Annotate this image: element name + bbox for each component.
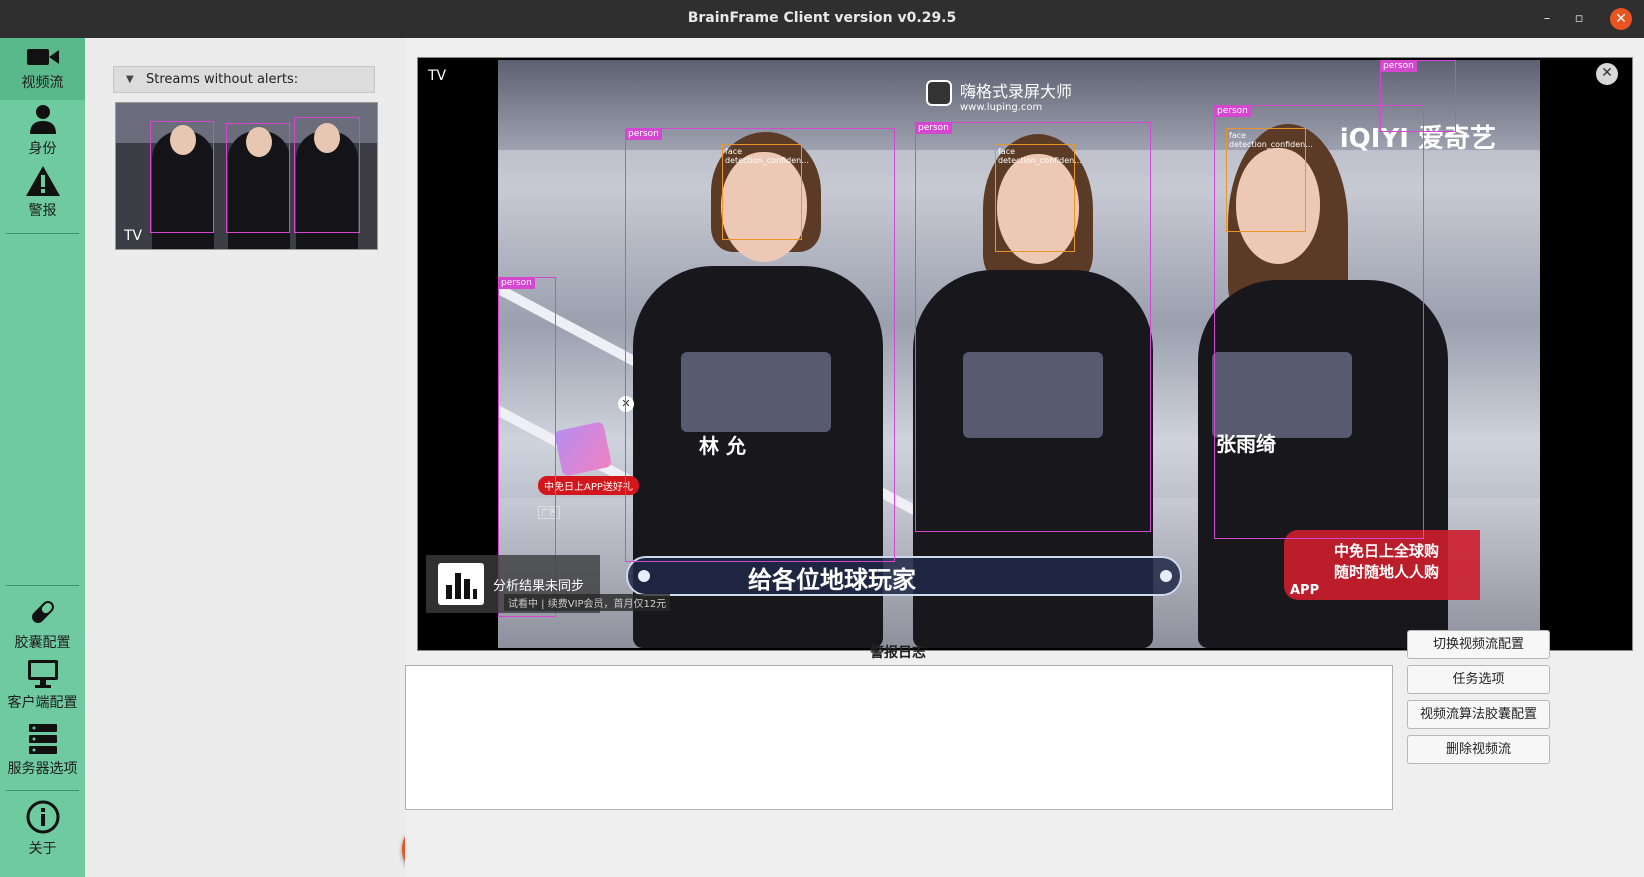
video-viewer[interactable]: TV ✕ 林 允 张雨绮 嗨格式录屏大师 www.luping.com iQIY… bbox=[417, 57, 1633, 651]
sidebar-item-streams[interactable]: 视频流 bbox=[0, 38, 85, 100]
sidebar-item-label: 关于 bbox=[28, 841, 57, 857]
face-detection-box: face detection_confiden... bbox=[995, 144, 1082, 252]
video-camera-icon bbox=[26, 49, 59, 65]
person-icon bbox=[29, 105, 56, 134]
sidebar-item-about[interactable]: 关于 bbox=[0, 800, 85, 870]
analysis-status-text: 分析结果未同步 bbox=[493, 579, 585, 594]
monitor-icon bbox=[27, 660, 58, 688]
maximize-button[interactable]: ▫ bbox=[1568, 8, 1590, 30]
alert-log-list[interactable] bbox=[405, 665, 1393, 810]
sponsor-line-2: 随时随地人人购 bbox=[1334, 563, 1440, 581]
sidebar-item-server-options[interactable]: 服务器选项 bbox=[0, 724, 85, 786]
sidebar-item-label: 视频流 bbox=[21, 75, 64, 91]
stream-list-panel: ▼ Streams without alerts: TV + bbox=[85, 38, 458, 877]
detection-label: face detection_confiden... bbox=[1229, 131, 1313, 149]
detection-label: person bbox=[1214, 105, 1251, 117]
subtitle-dot bbox=[1160, 570, 1172, 582]
detection-label: face detection_confiden... bbox=[725, 147, 809, 165]
detection-label: person bbox=[915, 122, 952, 134]
thumbnail-detection-box bbox=[294, 117, 360, 233]
sidebar-item-label: 胶囊配置 bbox=[14, 635, 71, 651]
video-frame: 林 允 张雨绮 嗨格式录屏大师 www.luping.com iQIYI 爱奇艺… bbox=[498, 60, 1540, 648]
detection-label: person bbox=[1380, 60, 1417, 72]
recorder-watermark-url: www.luping.com bbox=[960, 102, 1043, 113]
chevron-down-icon: ▼ bbox=[126, 74, 134, 85]
sidebar-divider bbox=[6, 233, 79, 234]
subtitle-dot bbox=[638, 570, 650, 582]
detection-label: person bbox=[625, 128, 662, 140]
minimize-button[interactable]: – bbox=[1536, 8, 1558, 30]
sidebar: 视频流 身份 警报 胶囊配置 客户端配置 服务器选项 关于 bbox=[0, 38, 85, 877]
alert-log-title: 警报日志 bbox=[870, 645, 926, 661]
warning-icon bbox=[25, 166, 60, 196]
vip-promo-line: 试看中 | 续费VIP会员，首月仅12元 bbox=[504, 594, 671, 611]
face-detection-box: face detection_confiden... bbox=[1226, 128, 1313, 232]
bar-chart-icon bbox=[438, 563, 484, 605]
person-detection-box: person bbox=[1380, 60, 1456, 132]
thumbnail-detection-box bbox=[150, 121, 214, 233]
sidebar-item-client-settings[interactable]: 客户端配置 bbox=[0, 660, 85, 722]
detection-label: face detection_confiden... bbox=[998, 147, 1082, 165]
sidebar-item-alerts[interactable]: 警报 bbox=[0, 166, 85, 228]
sidebar-item-label: 服务器选项 bbox=[7, 761, 78, 777]
sponsor-line-1: 中免日上全球购 bbox=[1334, 542, 1440, 560]
recorder-icon bbox=[926, 80, 952, 106]
capsule-icon bbox=[31, 601, 54, 623]
sidebar-item-label: 客户端配置 bbox=[7, 695, 78, 711]
stream-thumbnail[interactable]: TV bbox=[115, 102, 378, 250]
server-icon bbox=[28, 724, 57, 754]
recorder-watermark: 嗨格式录屏大师 www.luping.com bbox=[960, 78, 1072, 113]
sidebar-divider bbox=[6, 790, 79, 791]
detection-label: person bbox=[498, 277, 535, 289]
close-stream-view-button[interactable]: ✕ bbox=[1596, 63, 1618, 85]
sidebar-item-capsules[interactable]: 胶囊配置 bbox=[0, 596, 85, 658]
info-icon bbox=[26, 800, 59, 834]
sidebar-item-label: 警报 bbox=[28, 203, 57, 219]
task-options-button[interactable]: 任务选项 bbox=[1407, 665, 1550, 694]
stream-group-label: Streams without alerts: bbox=[146, 72, 299, 87]
close-button[interactable]: ✕ bbox=[1610, 8, 1632, 30]
window-titlebar: BrainFrame Client version v0.29.5 – ▫ ✕ bbox=[0, 0, 1644, 38]
thumbnail-stream-name: TV bbox=[124, 228, 143, 244]
sidebar-item-label: 身份 bbox=[28, 141, 57, 157]
stream-capsule-config-button[interactable]: 视频流算法胶囊配置 bbox=[1407, 700, 1550, 729]
sponsor-logo: 中免日上全球购 随时随地人人购 APP bbox=[1284, 530, 1480, 600]
delete-stream-button[interactable]: 删除视频流 bbox=[1407, 735, 1550, 764]
sponsor-app-label: APP bbox=[1290, 583, 1320, 598]
stream-group-header[interactable]: ▼ Streams without alerts: bbox=[113, 66, 375, 93]
recorder-watermark-name: 嗨格式录屏大师 bbox=[960, 82, 1073, 101]
sidebar-item-identities[interactable]: 身份 bbox=[0, 104, 85, 166]
main-panel: TV ✕ 林 允 张雨绮 嗨格式录屏大师 www.luping.com iQIY… bbox=[405, 38, 1644, 877]
video-subtitle: 给各位地球玩家 bbox=[748, 566, 916, 594]
face-detection-box: face detection_confiden... bbox=[722, 144, 809, 240]
video-stream-name: TV bbox=[428, 68, 447, 84]
sidebar-divider bbox=[6, 585, 79, 586]
window-title: BrainFrame Client version v0.29.5 bbox=[687, 10, 957, 26]
thumbnail-detection-box bbox=[226, 123, 290, 233]
switch-stream-config-button[interactable]: 切换视频流配置 bbox=[1407, 630, 1550, 659]
